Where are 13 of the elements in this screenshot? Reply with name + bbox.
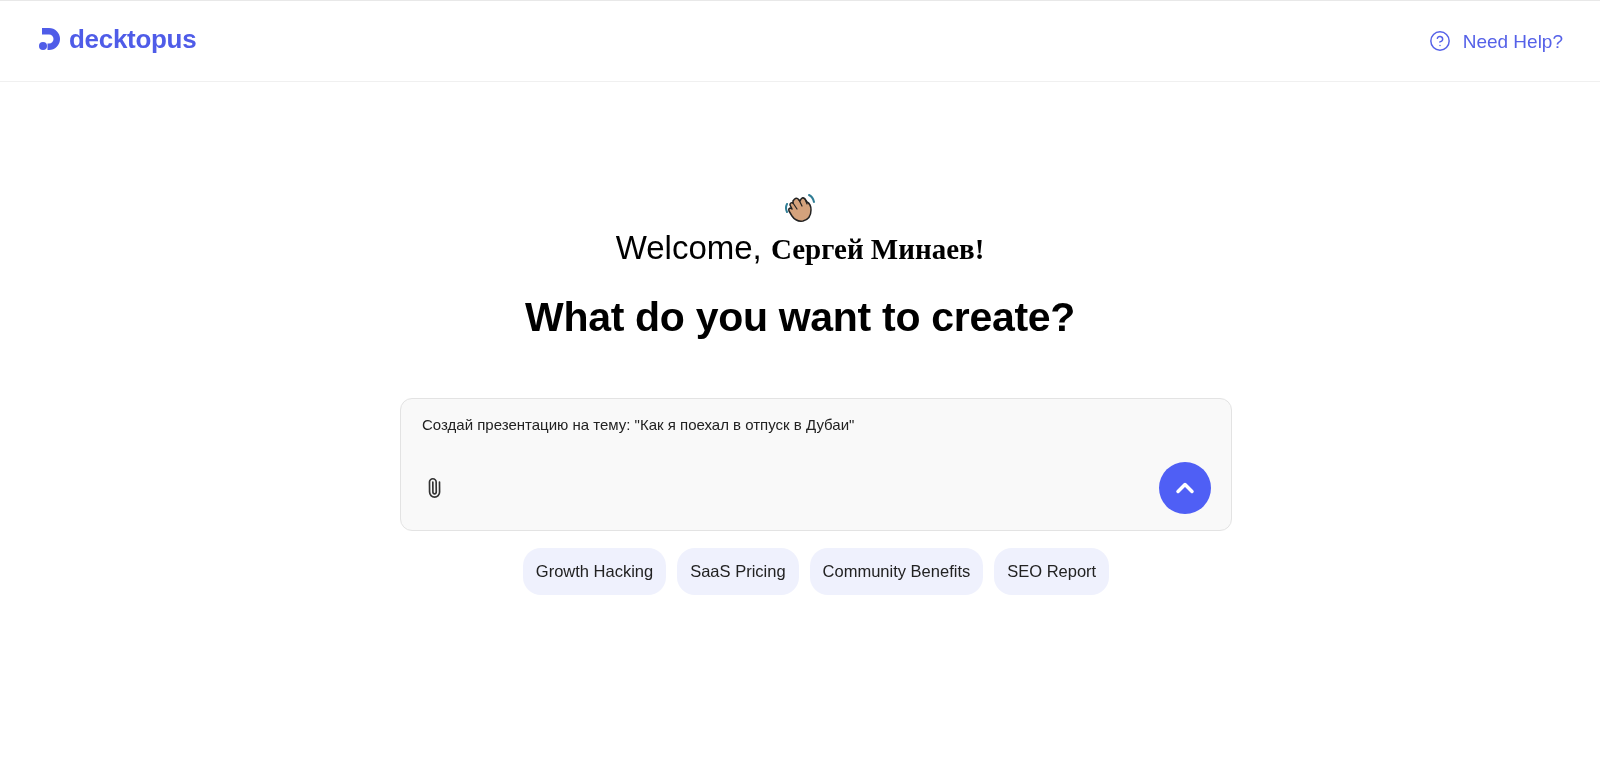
suggestion-chip[interactable]: SEO Report	[994, 548, 1110, 595]
send-button[interactable]	[1159, 462, 1211, 514]
page-heading: What do you want to create?	[525, 293, 1075, 341]
help-icon	[1428, 30, 1451, 52]
prompt-input[interactable]: Создай презентацию на тему: "Как я поехал в отпуск в Дубаи"	[422, 413, 1210, 437]
suggestion-chip[interactable]: Growth Hacking	[522, 548, 667, 595]
suggestion-chip[interactable]: Community Benefits	[809, 548, 984, 595]
need-help-link[interactable]: Need Help?	[1428, 30, 1563, 52]
logo-icon	[39, 28, 61, 50]
logo-text: decktopus	[69, 26, 197, 52]
welcome-text: Welcome, Сергей Минаев!	[615, 228, 985, 268]
waving-hand-icon	[784, 192, 816, 224]
suggestion-chip[interactable]: SaaS Pricing	[677, 548, 799, 595]
